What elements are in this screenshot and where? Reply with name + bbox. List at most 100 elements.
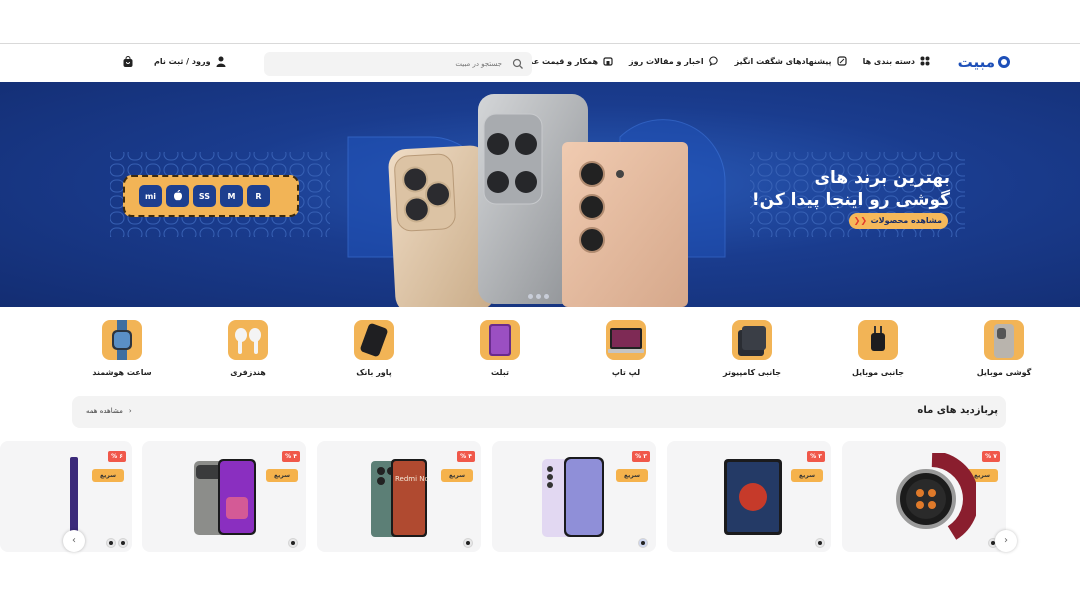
category-label: جانبی کامپیوتر — [722, 368, 782, 377]
brand-realme[interactable]: R — [247, 185, 270, 207]
fast-delivery-badge: سریع — [266, 469, 298, 482]
phone-icon — [984, 320, 1024, 360]
banner-title-line2: گوشی رو اینجا پیدا کن! — [751, 190, 950, 210]
nav-label: پیشنهادهای شگفت انگیز — [734, 56, 832, 66]
product-card[interactable]: ۳ % سریع — [667, 441, 831, 552]
site-logo[interactable]: مبیت — [958, 53, 1010, 71]
nav-wholesale[interactable]: همکار و قیمت عمده — [519, 56, 613, 66]
carousel-dots — [528, 294, 549, 299]
redmi-label: Redmi Note 13 — [395, 475, 429, 483]
carousel-next-button[interactable]: › — [995, 530, 1017, 552]
login-label: ورود / ثبت نام — [154, 57, 211, 66]
store-icon — [603, 57, 613, 66]
search-icon — [512, 58, 523, 69]
section-title: پربازدید های ماه — [917, 405, 998, 416]
product-image-watch — [896, 453, 976, 540]
color-swatch[interactable] — [288, 538, 298, 548]
banner-title-line1: بهترین برند های — [814, 168, 950, 188]
category-strip: گوشی موبایل جانبی موبایل جانبی کامپیوتر … — [60, 320, 1031, 380]
category-power-bank[interactable]: پاور بانک — [334, 320, 414, 377]
category-smartwatch[interactable]: ساعت هوشمند — [82, 320, 162, 377]
brand-samsung[interactable]: SS — [193, 185, 216, 207]
powerbank-icon — [354, 320, 394, 360]
product-image-phone-violet — [542, 457, 604, 537]
carousel-dot[interactable] — [536, 294, 541, 299]
logo-text: مبیت — [957, 53, 995, 71]
case-icon — [732, 320, 772, 360]
carousel-dot[interactable] — [528, 294, 533, 299]
category-label: جانبی موبایل — [851, 368, 905, 377]
logo-mark-icon — [998, 56, 1010, 68]
color-swatch[interactable] — [638, 538, 648, 548]
laptop-icon — [606, 320, 646, 360]
category-earbuds[interactable]: هندزفری — [208, 320, 288, 377]
category-laptop[interactable]: لپ تاپ — [586, 320, 666, 377]
hero-banner[interactable]: mi SS M R بهترین برند های گوشی رو اینجا … — [0, 82, 1080, 307]
nav-label: اخبار و مقالات روز — [629, 56, 704, 66]
nav-news[interactable]: اخبار و مقالات روز — [629, 56, 719, 66]
cart-icon[interactable] — [122, 56, 134, 68]
double-chevron-left-icon: ❮❮ — [853, 216, 868, 225]
search-input[interactable] — [277, 52, 502, 76]
color-swatch[interactable] — [118, 538, 128, 548]
fast-delivery-badge: سریع — [92, 469, 124, 482]
chevron-left-icon: ‹ — [128, 407, 132, 415]
category-label: گوشی موبایل — [976, 368, 1032, 377]
nav-categories[interactable]: دسته بندی ها — [863, 56, 930, 66]
login-link[interactable]: ورود / ثبت نام — [154, 56, 226, 67]
discount-badge: ۷ % — [982, 451, 1000, 462]
carousel-dot[interactable] — [544, 294, 549, 299]
category-label: پاور بانک — [356, 368, 392, 377]
nav-label: دسته بندی ها — [862, 56, 915, 66]
fast-delivery-badge: سریع — [441, 469, 473, 482]
category-label: هندزفری — [230, 368, 266, 377]
percent-tag-icon — [836, 56, 847, 66]
color-swatch[interactable] — [815, 538, 825, 548]
brand-motorola[interactable]: M — [220, 185, 243, 207]
brand-apple[interactable] — [166, 185, 189, 207]
view-products-label: مشاهده محصولات — [870, 216, 942, 225]
product-card[interactable]: ۴ % سریع — [142, 441, 306, 552]
see-all-link[interactable]: ‹ مشاهده همه — [86, 407, 132, 415]
product-card[interactable]: ۴ % سریع Redmi Note 13 — [317, 441, 481, 552]
view-products-button[interactable]: ❮❮ مشاهده محصولات — [848, 213, 948, 229]
discount-badge: ۳ % — [632, 451, 650, 462]
chevron-left-icon: ‹ — [72, 535, 76, 546]
category-mobile-phone[interactable]: گوشی موبایل — [964, 320, 1044, 377]
banner-title: بهترین برند های گوشی رو اینجا پیدا کن! — [750, 167, 950, 211]
search-box[interactable] — [264, 52, 532, 76]
brand-xiaomi[interactable]: mi — [139, 185, 162, 207]
brand-logos-plate: mi SS M R — [123, 175, 299, 217]
carousel-prev-button[interactable]: ‹ — [63, 530, 85, 552]
charger-icon — [858, 320, 898, 360]
user-icon — [216, 56, 226, 67]
most-viewed-header: پربازدید های ماه ‹ مشاهده همه — [72, 396, 1006, 428]
category-mobile-accessories[interactable]: جانبی موبایل — [838, 320, 918, 377]
discount-badge: ۴ % — [282, 451, 300, 462]
site-header: مبیت دسته بندی ها پیشنهادهای شگفت انگیز … — [0, 44, 1080, 82]
tablet-icon — [480, 320, 520, 360]
category-computer-accessories[interactable]: جانبی کامپیوتر — [712, 320, 792, 377]
category-tablet[interactable]: تبلت — [460, 320, 540, 377]
fast-delivery-badge: سریع — [616, 469, 648, 482]
product-image-phone-partial — [70, 457, 78, 537]
category-label: لپ تاپ — [611, 368, 641, 377]
grid-icon — [920, 56, 930, 66]
top-strip — [0, 0, 1080, 44]
discount-badge: ۴ % — [457, 451, 475, 462]
discount-badge: ۶ % — [108, 451, 126, 462]
chat-bubble-icon — [708, 56, 718, 66]
product-card[interactable]: ۳ % سریع — [492, 441, 656, 552]
main-nav: دسته بندی ها پیشنهادهای شگفت انگیز اخبار… — [519, 56, 930, 66]
product-card[interactable]: ۷ % سریع — [842, 441, 1006, 552]
nav-amazing-offers[interactable]: پیشنهادهای شگفت انگیز — [735, 56, 847, 66]
color-swatch[interactable] — [463, 538, 473, 548]
watch-icon — [102, 320, 142, 360]
product-image-phone-gray — [194, 459, 256, 535]
see-all-label: مشاهده همه — [86, 407, 123, 415]
category-label: تبلت — [490, 368, 509, 377]
earbuds-icon — [228, 320, 268, 360]
color-swatch[interactable] — [106, 538, 116, 548]
category-label: ساعت هوشمند — [92, 368, 152, 377]
fast-delivery-badge: سریع — [791, 469, 823, 482]
